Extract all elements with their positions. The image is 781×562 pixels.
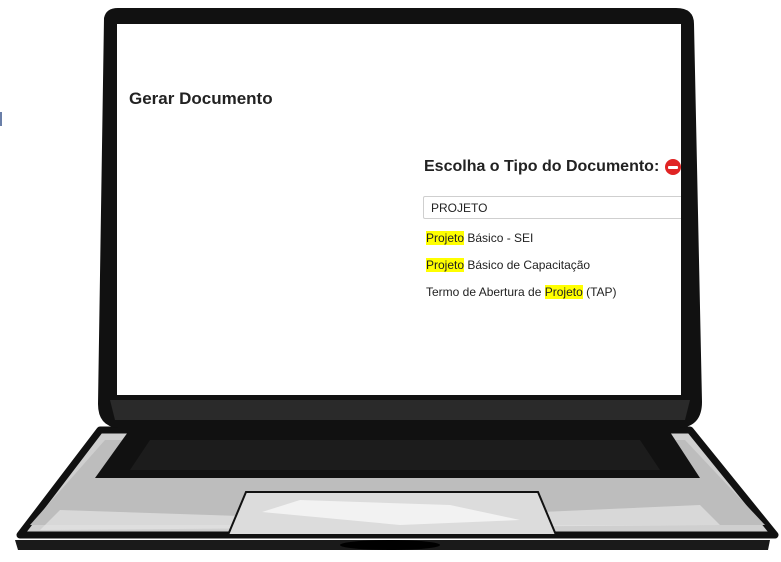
document-type-suggestion-list: Projeto Básico - SEI Projeto Básico de Ca… — [426, 230, 617, 311]
suggestion-match-highlight: Projeto — [426, 258, 465, 272]
suggestion-text: (TAP) — [582, 285, 617, 299]
document-type-suggestion[interactable]: Termo de Abertura de Projeto (TAP) — [426, 284, 617, 311]
bezel-sheen — [110, 400, 690, 420]
page-title: Gerar Documento — [129, 89, 273, 108]
document-type-label: Escolha o Tipo do Documento: — [424, 158, 660, 175]
document-type-header: Escolha o Tipo do Documento: — [424, 158, 681, 176]
document-type-suggestion[interactable]: Projeto Básico - SEI — [426, 230, 617, 257]
suggestion-text: Básico - SEI — [464, 231, 534, 245]
keyboard-highlight — [130, 440, 660, 470]
suggestion-match-highlight: Projeto — [426, 231, 465, 245]
screen: Gerar Documento Escolha o Tipo do Docume… — [117, 24, 681, 395]
suggestion-match-highlight: Projeto — [544, 285, 583, 299]
suggestion-text: Básico de Capacitação — [464, 258, 591, 272]
document-type-search-input[interactable] — [423, 196, 681, 219]
document-type-suggestion[interactable]: Projeto Básico de Capacitação — [426, 257, 617, 284]
hinge-notch — [340, 540, 440, 550]
minus-circle-icon[interactable] — [665, 159, 681, 175]
suggestion-text: Termo de Abertura de — [426, 285, 545, 299]
